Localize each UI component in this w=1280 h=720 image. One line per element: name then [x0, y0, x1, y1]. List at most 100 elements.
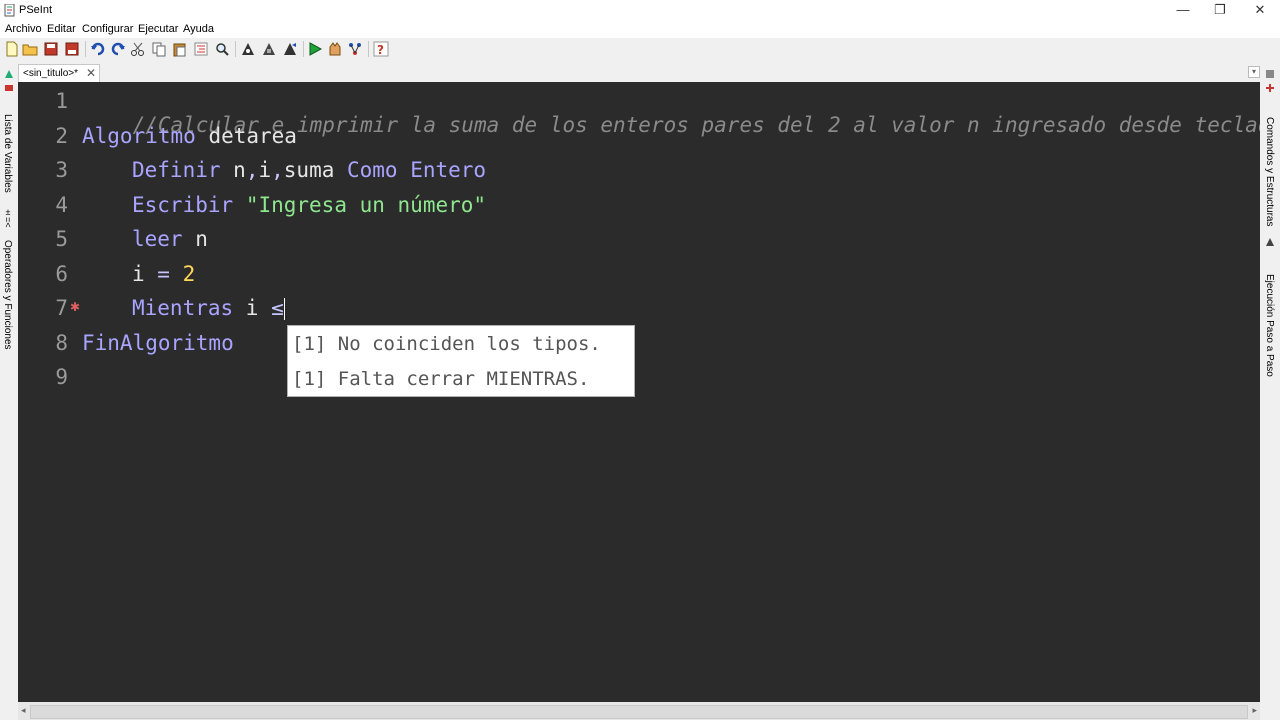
keyword: Como Entero: [347, 158, 487, 182]
identifier: suma: [283, 158, 347, 182]
indent-icon[interactable]: [193, 41, 209, 57]
operator: =: [157, 262, 170, 286]
left-side-panel: Lista de Variables ±=< Operadores y Func…: [0, 62, 18, 720]
undo-icon[interactable]: [90, 41, 106, 57]
code-line-2: Algoritmo detarea: [82, 124, 297, 148]
code-line-3: Definir n,i,suma Como Entero: [132, 158, 486, 182]
tab-dropdown-icon[interactable]: ▾: [1248, 66, 1260, 78]
window-title: PSeInt: [19, 4, 53, 16]
text-caret: [283, 298, 285, 320]
operators-functions-tab[interactable]: Operadores y Funciones: [2, 240, 13, 350]
debug-icon[interactable]: [282, 41, 298, 57]
step-by-step-tab[interactable]: Ejecución Paso a Paso: [1264, 274, 1275, 377]
menu-editar[interactable]: Editar: [47, 23, 76, 35]
new-file-icon[interactable]: [4, 41, 20, 57]
line-number: 8: [55, 331, 68, 355]
toolbar: ?: [0, 38, 1280, 60]
keyword: FinAlgoritmo: [82, 331, 234, 355]
line-number: 2: [55, 124, 68, 148]
menu-ayuda[interactable]: Ayuda: [183, 23, 214, 35]
line-number: 9: [55, 365, 68, 389]
cut-icon[interactable]: [130, 41, 146, 57]
line-number: 5: [55, 227, 68, 251]
tab-close-icon[interactable]: ✕: [86, 66, 96, 80]
error-tooltip: [1] No coinciden los tipos. [1] Falta ce…: [287, 325, 635, 397]
restore-button[interactable]: ❐: [1200, 0, 1240, 22]
copy-icon[interactable]: [151, 41, 167, 57]
find-icon[interactable]: [214, 41, 230, 57]
variables-panel-icon: [5, 70, 13, 78]
menu-ejecutar[interactable]: Ejecutar: [138, 23, 178, 35]
title-bar: PSeInt — ❐ ✕: [0, 0, 1280, 22]
number-literal: 2: [182, 262, 196, 286]
svg-text:?: ?: [377, 43, 384, 57]
error-marker-icon: ✱: [70, 300, 81, 314]
menu-bar: Archivo Editar Configurar Ejecutar Ayuda: [0, 22, 1280, 38]
identifier: i: [233, 296, 272, 320]
minimize-button[interactable]: —: [1163, 0, 1203, 22]
line-number: 1: [55, 89, 68, 113]
operator: ≤: [271, 296, 284, 320]
scroll-right-icon[interactable]: ▸: [1252, 705, 1257, 716]
tab-label: <sin_titulo>*: [23, 68, 79, 79]
variables-list-tab[interactable]: Lista de Variables: [2, 114, 13, 193]
menu-configurar[interactable]: Configurar: [82, 23, 133, 35]
horizontal-scrollbar[interactable]: ◂ ▸: [18, 702, 1260, 720]
line-number: 3: [55, 158, 68, 182]
diagram-icon[interactable]: [347, 41, 363, 57]
keyword: Definir: [132, 158, 221, 182]
keyword: leer: [132, 227, 183, 251]
toolbar-separator: [85, 41, 86, 57]
line-number: 4: [55, 193, 68, 217]
keyword: Escribir: [132, 193, 234, 217]
code-line-4: Escribir "Ingresa un número": [132, 193, 486, 217]
identifier: i: [258, 158, 272, 182]
commands-panel-icon: [1266, 70, 1274, 78]
redo-icon[interactable]: [110, 41, 126, 57]
comment: //Calcular e imprimir la suma de los ent…: [132, 113, 1260, 137]
help-icon[interactable]: ?: [373, 41, 389, 57]
scrollbar-thumb[interactable]: [30, 705, 1248, 719]
operator: ,: [271, 158, 284, 182]
variables-list-icon: [5, 85, 13, 91]
code-line-7: Mientras i ≤: [132, 296, 285, 320]
scroll-left-icon[interactable]: ◂: [21, 705, 26, 716]
line-number: 7: [55, 296, 68, 320]
identifier: n: [182, 227, 208, 251]
operator: ,: [245, 158, 259, 182]
close-window-button[interactable]: ✕: [1240, 0, 1280, 22]
paste-icon[interactable]: [172, 41, 188, 57]
step-icon[interactable]: [327, 41, 343, 57]
tab-sin-titulo[interactable]: <sin_titulo>* ✕: [18, 64, 100, 83]
error-message: [1] No coinciden los tipos.: [292, 333, 601, 355]
save-as-icon[interactable]: [64, 41, 80, 57]
run-icon[interactable]: [307, 41, 323, 57]
line-number: 6: [55, 262, 68, 286]
operators-panel-icon: ±=<: [3, 207, 13, 228]
error-message: [1] Falta cerrar MIENTRAS.: [292, 368, 590, 390]
structures-panel-icon: [1266, 84, 1274, 92]
code-line-8: FinAlgoritmo: [82, 331, 234, 355]
keyword: Algoritmo: [82, 124, 196, 148]
code-line-6: i = 2: [132, 262, 195, 286]
string-literal: "Ingresa un número": [245, 193, 487, 217]
flowchart-icon[interactable]: [240, 41, 256, 57]
commands-structures-tab[interactable]: Comandos y Estructuras: [1264, 117, 1275, 227]
identifier: n: [220, 158, 246, 182]
pseint-app-icon: [4, 4, 15, 17]
step-panel-icon: [1266, 238, 1274, 246]
identifier: detarea: [195, 124, 297, 148]
code-editor[interactable]: 1 2 3 4 5 6 7 8 9 ✱ //Calcular e imprimi…: [18, 82, 1260, 702]
menu-archivo[interactable]: Archivo: [5, 23, 42, 35]
right-side-panel: Comandos y Estructuras Ejecución Paso a …: [1260, 62, 1280, 720]
code-line-5: leer n: [132, 227, 208, 251]
toolbar-separator: [368, 41, 369, 57]
toolbar-separator: [235, 41, 236, 57]
open-folder-icon[interactable]: [22, 41, 38, 57]
keyword: Mientras: [132, 296, 234, 320]
identifier: i: [132, 262, 158, 286]
tab-bar: <sin_titulo>* ✕ ▾: [18, 62, 1264, 83]
toolbar-separator: [303, 41, 304, 57]
save-icon[interactable]: [43, 41, 59, 57]
code-icon[interactable]: [261, 41, 277, 57]
